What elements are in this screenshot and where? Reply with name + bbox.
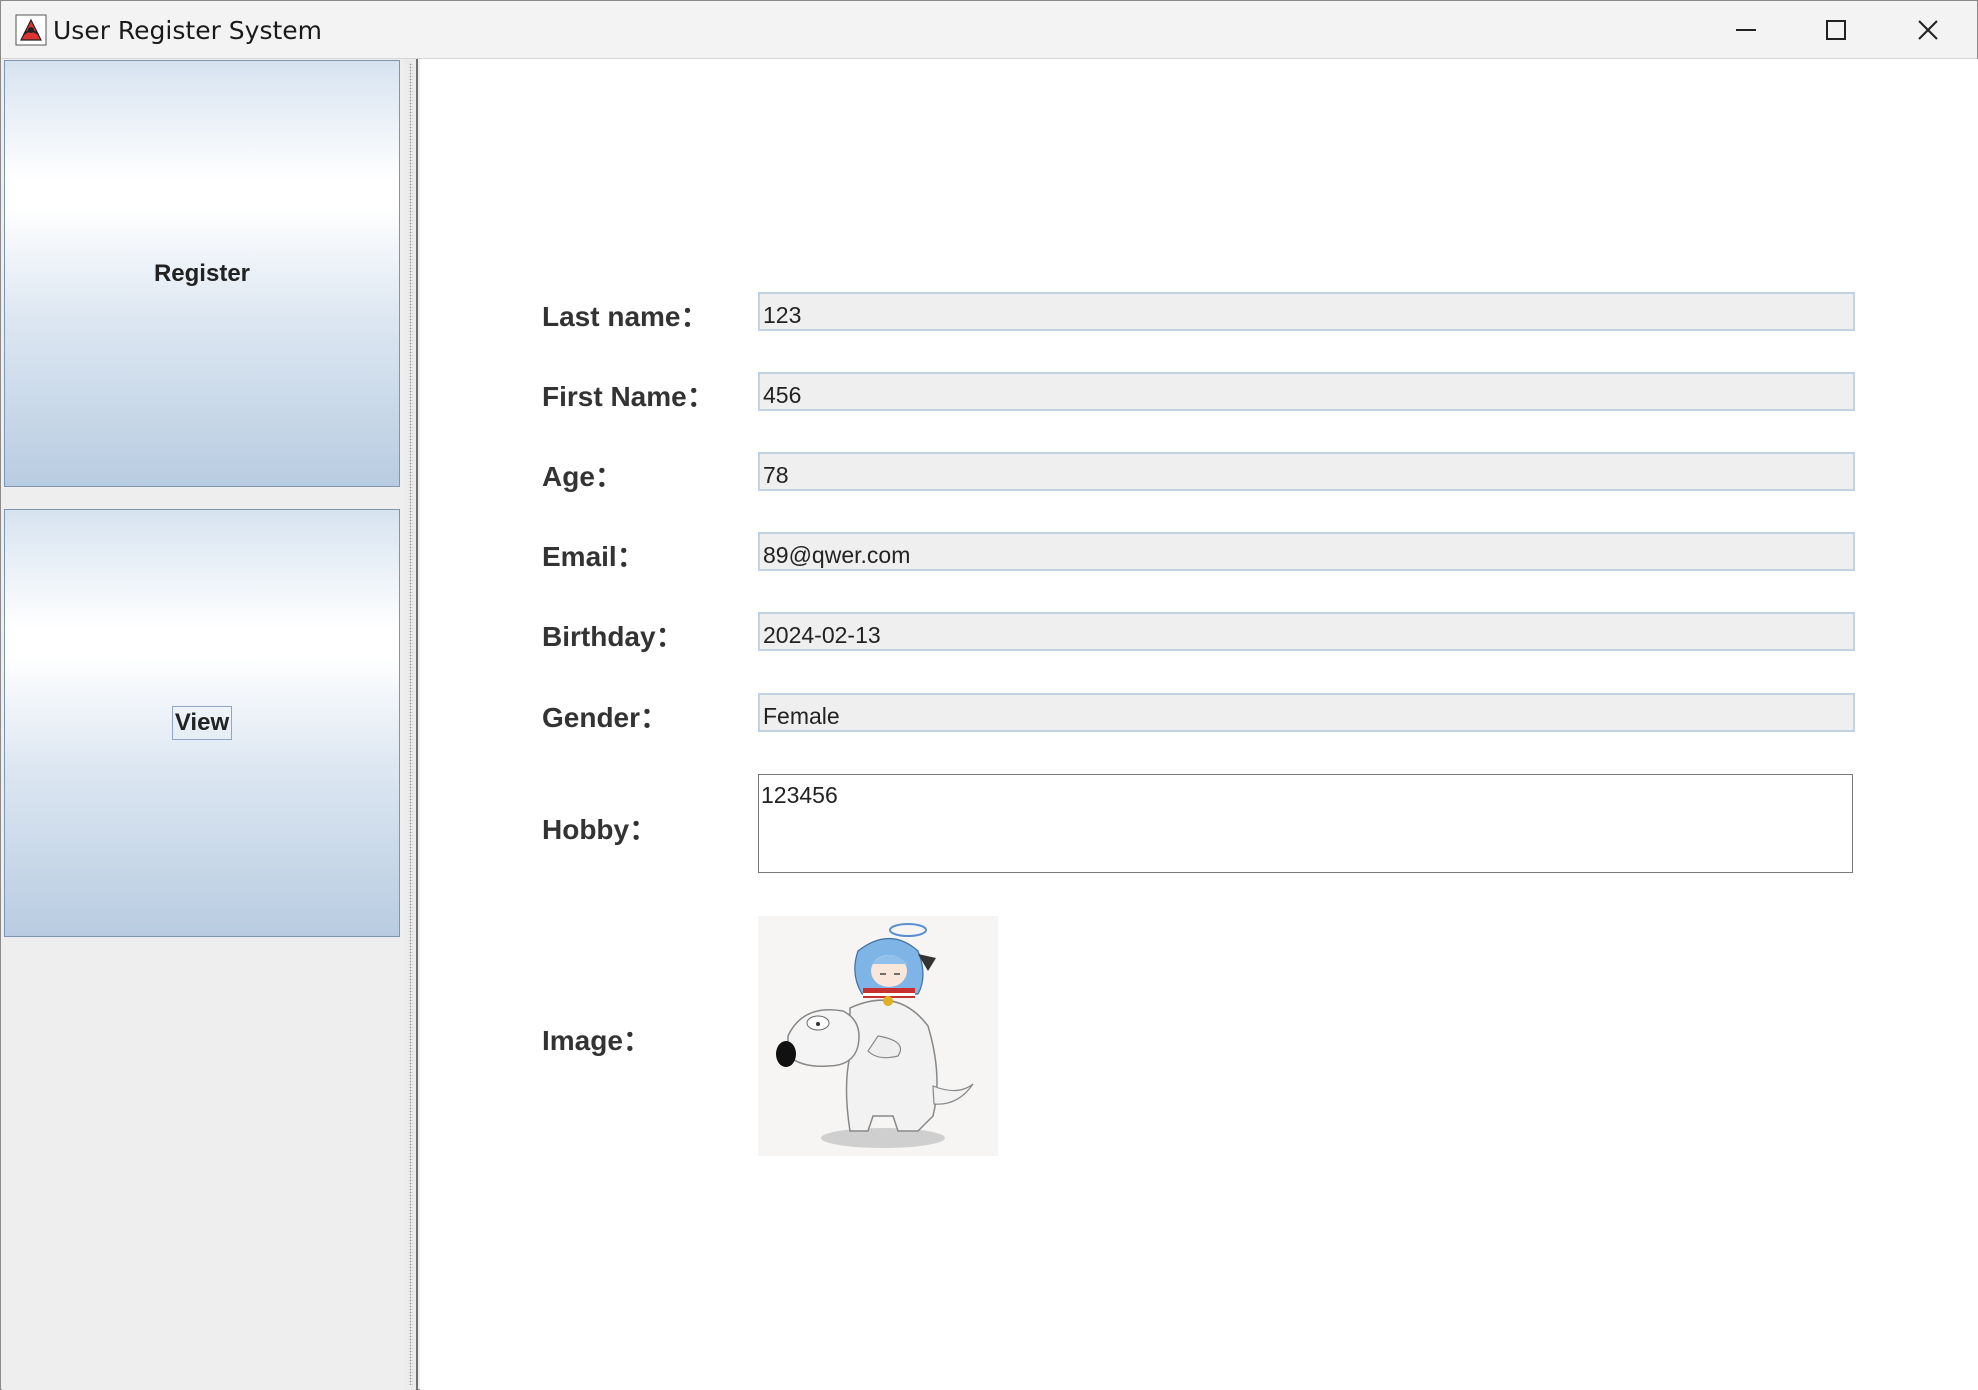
minimize-button[interactable] — [1701, 1, 1791, 58]
hobby-label: Hobby： — [542, 814, 658, 845]
close-icon — [1918, 20, 1938, 40]
first-name-label: First Name： — [542, 381, 715, 412]
window-title: User Register System — [53, 16, 323, 45]
splitter-edge — [416, 59, 418, 1390]
gender-field[interactable]: Female — [758, 693, 1855, 732]
first-name-field[interactable]: 456 — [758, 372, 1855, 411]
hobby-textarea[interactable]: 123456 — [758, 774, 1853, 873]
birthday-field[interactable]: 2024-02-13 — [758, 612, 1855, 651]
minimize-icon — [1736, 29, 1756, 31]
register-button[interactable]: Register — [4, 60, 400, 487]
user-detail-panel: Last name： 123 First Name： 456 Age： 78 E… — [420, 59, 1978, 1390]
title-bar[interactable]: User Register System — [1, 1, 1977, 59]
view-button-label: View — [171, 706, 233, 740]
close-button[interactable] — [1883, 1, 1973, 58]
email-field[interactable]: 89@qwer.com — [758, 532, 1855, 571]
maximize-button[interactable] — [1791, 1, 1881, 58]
last-name-label: Last name： — [542, 301, 709, 332]
user-image — [758, 916, 998, 1156]
register-button-label: Register — [153, 259, 251, 287]
maximize-icon — [1826, 20, 1846, 40]
view-button[interactable]: View — [4, 509, 400, 937]
age-field[interactable]: 78 — [758, 452, 1855, 491]
cartoon-dog-with-anime-girl-illustration — [776, 923, 974, 1148]
last-name-field[interactable]: 123 — [758, 292, 1855, 331]
split-pane-divider[interactable] — [404, 59, 418, 1390]
birthday-label: Birthday： — [542, 621, 684, 652]
splitter-grip — [409, 63, 413, 1385]
app-window: User Register System Register View Last … — [0, 0, 1978, 1390]
java-app-icon — [15, 14, 47, 46]
age-label: Age： — [542, 461, 623, 492]
image-label: Image： — [542, 1025, 651, 1056]
email-label: Email： — [542, 541, 645, 572]
gender-label: Gender： — [542, 702, 669, 733]
sidebar: Register View — [2, 59, 404, 1390]
